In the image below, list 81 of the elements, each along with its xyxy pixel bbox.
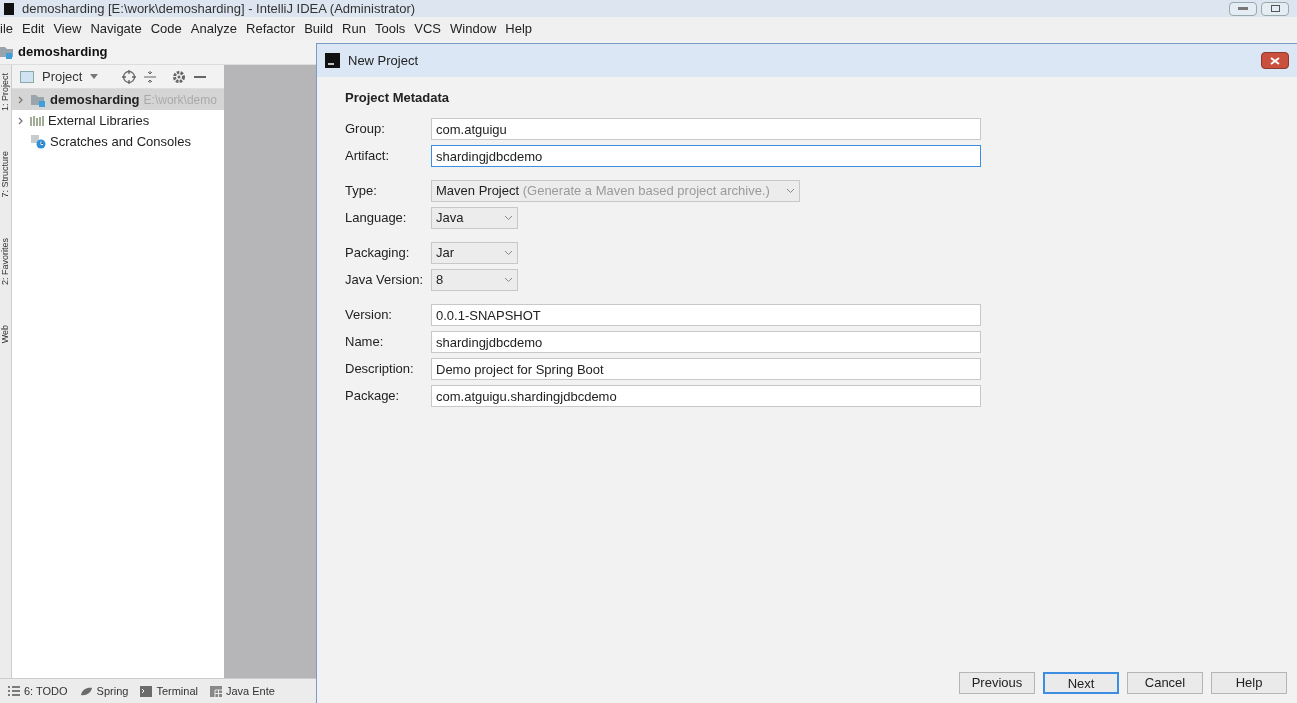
- chevron-down-icon: [786, 188, 795, 194]
- minimize-icon[interactable]: [194, 75, 207, 78]
- chevron-down-icon: [504, 277, 513, 283]
- menu-item[interactable]: Edit: [22, 18, 45, 39]
- panel-icon: [20, 70, 34, 83]
- close-icon: [1270, 56, 1280, 65]
- scratch-file-icon: [30, 134, 46, 149]
- panel-title[interactable]: Project: [42, 66, 83, 87]
- tree-item-label: Scratches and Consoles: [50, 132, 191, 151]
- terminal-icon: [140, 685, 153, 697]
- field-label: Packaging:: [345, 244, 411, 263]
- dialog-button[interactable]: Next: [1043, 672, 1119, 694]
- app-icon: [325, 53, 340, 68]
- tree-item[interactable]: External Libraries: [12, 110, 224, 131]
- section-heading: Project Metadata: [345, 89, 451, 107]
- chevron-icon: [17, 95, 25, 104]
- folder-icon: [0, 45, 14, 59]
- tree-item[interactable]: Scratches and Consoles: [12, 131, 224, 152]
- text-field[interactable]: shardingjdbcdemo: [431, 331, 981, 353]
- menu-item[interactable]: Window: [450, 18, 497, 39]
- dropdown[interactable]: 8: [431, 269, 518, 291]
- side-tab[interactable]: 2: Favorites: [0, 237, 11, 285]
- dropdown[interactable]: Maven Project (Generate a Maven based project archive.): [431, 180, 800, 202]
- dialog-button[interactable]: Previous: [959, 672, 1035, 694]
- tool-window-tab[interactable]: Spring: [79, 682, 129, 700]
- field-label: Artifact:: [345, 147, 391, 166]
- field-label: Language:: [345, 209, 408, 228]
- tree-item-label: demosharding: [50, 90, 140, 109]
- chevron-down-icon: [504, 215, 513, 221]
- text-field[interactable]: com.atguigu: [431, 118, 981, 140]
- field-label: Package:: [345, 387, 401, 406]
- text-field[interactable]: com.atguigu.shardingjdbcdemo: [431, 385, 981, 407]
- dialog-button[interactable]: Cancel: [1127, 672, 1203, 694]
- menu-item[interactable]: Tools: [374, 18, 406, 39]
- field-label: Java Version:: [345, 271, 425, 290]
- tool-window-tab[interactable]: 6: TODO: [8, 682, 68, 700]
- menu-item[interactable]: ile: [0, 18, 13, 39]
- list-icon: [8, 686, 20, 696]
- app-icon: [4, 2, 14, 15]
- project-breadcrumb[interactable]: demosharding: [18, 42, 108, 62]
- close-button[interactable]: [1261, 52, 1289, 69]
- menu-item[interactable]: Navigate: [90, 18, 142, 39]
- field-label: Name:: [345, 333, 385, 352]
- minimize-button[interactable]: [1229, 1, 1257, 16]
- settings-icon[interactable]: [172, 69, 187, 84]
- menu-item[interactable]: Help: [505, 18, 533, 39]
- dialog-title: New Project: [348, 51, 419, 70]
- tool-window-tab[interactable]: Terminal: [140, 682, 198, 700]
- window-title: demosharding [E:\work\demosharding] - IntelliJ IDEA (Administrator): [22, 0, 416, 18]
- dropdown[interactable]: Java: [431, 207, 518, 229]
- field-label: Description:: [345, 360, 415, 379]
- menu-item[interactable]: View: [53, 18, 82, 39]
- menu-item[interactable]: Run: [342, 18, 366, 39]
- tree-item-label: External Libraries: [48, 111, 150, 130]
- collapse-icon[interactable]: [144, 70, 157, 83]
- side-tab[interactable]: Web: [0, 324, 11, 343]
- menu-item[interactable]: Refactor: [246, 18, 296, 39]
- side-tab[interactable]: 7: Structure: [0, 151, 11, 198]
- table-icon: [210, 685, 222, 697]
- dropdown[interactable]: Jar: [431, 242, 518, 264]
- text-field[interactable]: Demo project for Spring Boot: [431, 358, 981, 380]
- field-label: Group:: [345, 120, 386, 139]
- side-tab[interactable]: 1: Project: [0, 73, 11, 112]
- restore-button[interactable]: [1261, 1, 1289, 16]
- dialog-button[interactable]: Help: [1211, 672, 1287, 694]
- menu-item[interactable]: Code: [150, 18, 182, 39]
- chevron-icon: [17, 116, 25, 125]
- text-field[interactable]: 0.0.1-SNAPSHOT: [431, 304, 981, 326]
- library-icon: [30, 114, 44, 127]
- text-field[interactable]: shardingjdbcdemo: [431, 145, 981, 167]
- folder-icon: [30, 92, 46, 107]
- field-label: Version:: [345, 306, 393, 325]
- tool-window-tab[interactable]: Java Ente: [210, 682, 275, 700]
- menu-item[interactable]: Analyze: [190, 18, 237, 39]
- caret-icon: [90, 74, 99, 79]
- target-icon[interactable]: [122, 69, 137, 84]
- menu-item[interactable]: Build: [304, 18, 334, 39]
- field-label: Type:: [345, 182, 378, 201]
- leaf-icon: [79, 686, 93, 696]
- chevron-down-icon: [504, 250, 513, 256]
- menu-item[interactable]: VCS: [414, 18, 442, 39]
